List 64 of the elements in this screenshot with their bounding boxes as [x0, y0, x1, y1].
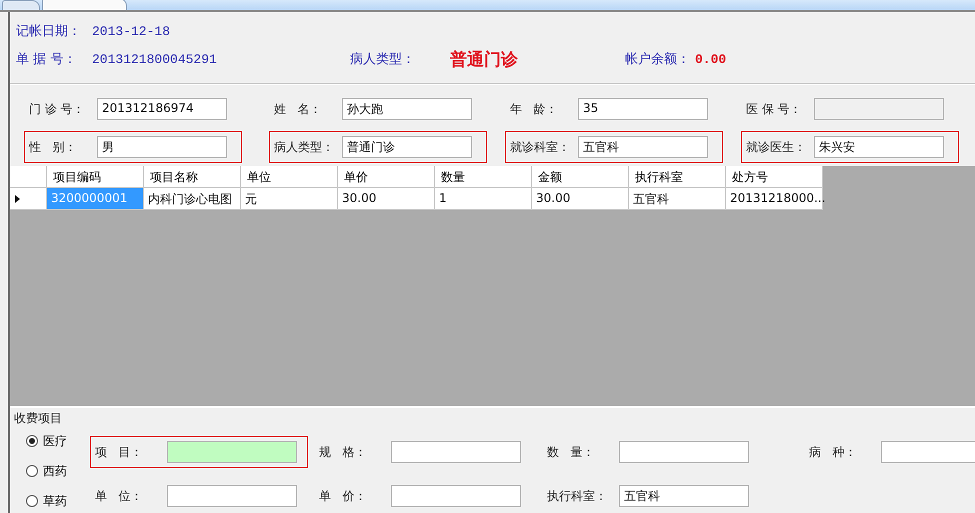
input-field[interactable]: 普通门诊 — [342, 136, 472, 158]
row-header[interactable] — [10, 188, 47, 210]
field-label: 项 目： — [95, 444, 144, 460]
bill-number-label: 单 据 号： — [16, 51, 78, 68]
input-field[interactable] — [391, 441, 521, 463]
input-field[interactable]: 男 — [97, 136, 227, 158]
row-header — [10, 166, 47, 188]
field-label: 就诊医生： — [746, 138, 807, 156]
input-field[interactable]: 35 — [578, 98, 708, 120]
field-label: 单 位： — [95, 488, 144, 504]
column-header[interactable]: 项目编码 — [47, 166, 144, 188]
input-field[interactable] — [391, 485, 521, 507]
tab[interactable] — [2, 0, 40, 10]
input-field[interactable] — [167, 441, 297, 463]
balance-value: 0.00 — [695, 52, 728, 66]
radio-button[interactable] — [26, 465, 38, 477]
column-header[interactable]: 金额 — [532, 166, 629, 188]
column-header[interactable]: 单位 — [241, 166, 338, 188]
table-cell[interactable]: 1 — [435, 188, 532, 210]
input-field[interactable] — [619, 441, 749, 463]
column-header[interactable]: 执行科室 — [629, 166, 726, 188]
field-label: 数 量： — [547, 444, 596, 460]
balance-label: 帐户余额： — [625, 51, 691, 68]
table-cell[interactable]: 元 — [241, 188, 338, 210]
column-header[interactable]: 项目名称 — [144, 166, 241, 188]
field-label: 单 价： — [319, 488, 368, 504]
field-label: 医 保 号： — [746, 100, 803, 118]
field-label: 姓 名： — [274, 100, 322, 118]
column-header[interactable]: 处方号 — [726, 166, 823, 188]
field-label: 年 龄： — [510, 100, 558, 118]
column-header[interactable]: 单价 — [338, 166, 435, 188]
tab[interactable] — [42, 0, 127, 10]
row-pointer-icon — [15, 194, 20, 202]
radio-button[interactable] — [26, 435, 38, 447]
table-cell[interactable]: 五官科 — [629, 188, 726, 210]
radio-label: 西药 — [43, 462, 67, 480]
field-label: 性 别： — [29, 138, 78, 156]
table-cell[interactable]: 30.00 — [532, 188, 629, 210]
date-value: 2013-12-18 — [92, 24, 172, 38]
date-label: 记帐日期： — [16, 23, 82, 40]
column-header[interactable]: 数量 — [435, 166, 532, 188]
field-label: 规 格： — [319, 444, 368, 460]
input-field[interactable]: 五官科 — [619, 485, 749, 507]
input-field[interactable]: 朱兴安 — [814, 136, 944, 158]
radio-button[interactable] — [26, 495, 38, 507]
patient-type-label: 病人类型： — [350, 51, 416, 68]
input-field[interactable] — [167, 485, 297, 507]
field-label: 执行科室： — [547, 488, 608, 504]
table-cell[interactable]: 30.00 — [338, 188, 435, 210]
field-label: 病 种： — [809, 444, 858, 460]
table-cell[interactable]: 内科门诊心电图 — [144, 188, 241, 210]
table-cell[interactable]: 20131218000... — [726, 188, 823, 210]
input-field[interactable] — [881, 441, 975, 463]
input-field[interactable]: 201312186974 — [97, 98, 227, 120]
bill-number-value: 2013121800045291 — [92, 52, 218, 66]
field-label: 门 诊 号： — [29, 100, 86, 118]
radio-label: 草药 — [43, 492, 67, 510]
patient-type-value: 普通门诊 — [450, 48, 519, 70]
input-field[interactable]: 孙大跑 — [342, 98, 472, 120]
input-field[interactable]: 五官科 — [578, 136, 708, 158]
field-label: 就诊科室： — [510, 138, 571, 156]
radio-label: 医疗 — [43, 432, 67, 450]
group-title: 收费项目 — [14, 410, 62, 427]
field-label: 病人类型： — [274, 138, 335, 156]
